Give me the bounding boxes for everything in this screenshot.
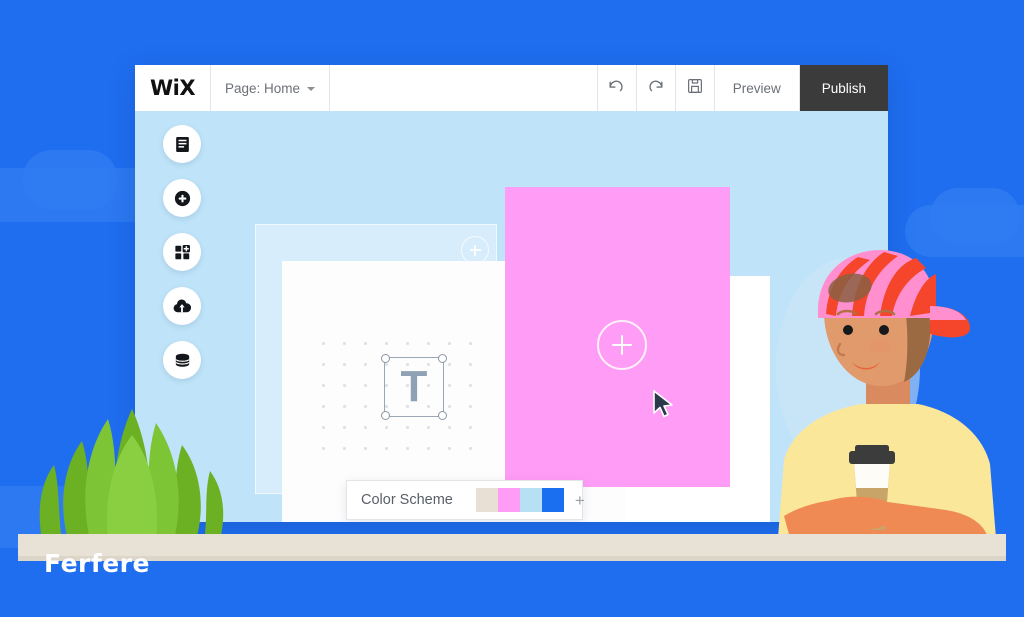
color-swatch[interactable] (497, 488, 520, 512)
cloud-shape (22, 150, 118, 210)
resize-handle[interactable] (381, 411, 390, 420)
cloud-upload-icon (172, 296, 192, 316)
page-selector-label: Page: Home (225, 80, 301, 96)
color-swatch-list (475, 488, 564, 512)
chevron-down-icon (307, 87, 316, 91)
preview-button[interactable]: Preview (715, 65, 800, 111)
add-section-small-button[interactable] (461, 236, 489, 264)
color-swatch[interactable] (519, 488, 542, 512)
preview-button-label: Preview (732, 80, 781, 96)
sidebar-item-apps[interactable] (163, 233, 201, 271)
resize-handle[interactable] (381, 354, 390, 363)
wix-logo[interactable]: WiX (135, 65, 211, 111)
editor-toolbar: WiX Page: Home Preview Publish (135, 65, 888, 112)
database-stack-icon (173, 351, 192, 370)
undo-arrow-icon (607, 76, 626, 100)
undo-button[interactable] (598, 65, 637, 111)
text-element[interactable]: T (381, 354, 447, 420)
add-plus-circle-icon (173, 189, 192, 208)
mouse-pointer-icon (653, 390, 673, 418)
cloud-shape (930, 188, 1020, 244)
pages-document-icon (173, 135, 192, 154)
save-button[interactable] (676, 65, 715, 111)
text-element-label: T (400, 362, 428, 411)
resize-handle[interactable] (438, 411, 447, 420)
add-section-large-button[interactable] (597, 320, 647, 370)
brand-logo: Ferfere (44, 549, 150, 578)
screenshot-stage: WiX Page: Home Preview Publish T Color S… (0, 0, 1024, 617)
desk-edge (18, 556, 1006, 561)
potted-agave-plant (39, 409, 224, 540)
color-swatch[interactable] (475, 488, 498, 512)
resize-handle[interactable] (438, 354, 447, 363)
person-with-backwards-cap (776, 250, 996, 538)
redo-button[interactable] (637, 65, 676, 111)
sidebar-item-add[interactable] (163, 179, 201, 217)
page-selector[interactable]: Page: Home (211, 65, 331, 111)
sidebar-item-upload[interactable] (163, 287, 201, 325)
color-scheme-panel[interactable]: Color Scheme + (346, 480, 585, 520)
toolbar-spacer (330, 65, 598, 111)
publish-button-label: Publish (821, 80, 866, 96)
add-color-button[interactable]: + (575, 492, 585, 509)
apps-grid-plus-icon (173, 243, 192, 262)
sidebar-item-pages[interactable] (163, 125, 201, 163)
wix-logo-text: WiX (149, 76, 196, 100)
redo-arrow-icon (646, 76, 665, 100)
color-swatch[interactable] (541, 488, 564, 512)
editor-sidebar (155, 125, 209, 379)
sidebar-item-database[interactable] (163, 341, 201, 379)
publish-button[interactable]: Publish (799, 65, 888, 111)
floppy-disk-save-icon (686, 77, 704, 100)
color-scheme-label: Color Scheme (361, 492, 453, 508)
